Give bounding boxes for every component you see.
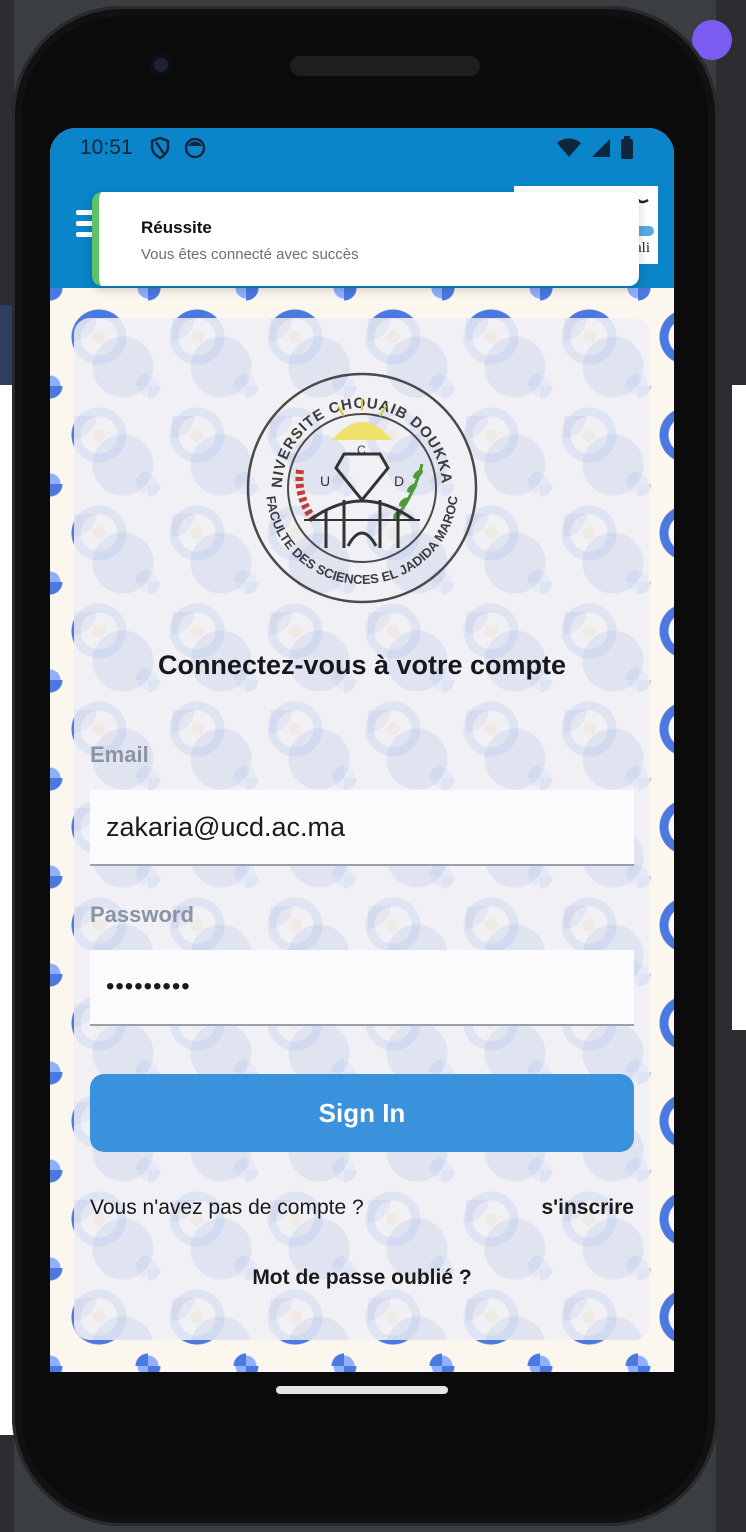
forgot-password-link[interactable]: Mot de passe oublié ? (74, 1266, 650, 1290)
login-card: UNIVERSITE CHOUAIB DOUKKALI FACULTE DES … (74, 318, 650, 1340)
toast-title: Réussite (141, 218, 212, 237)
app-screen: 10:51 NIVERSITE CHOU IB DOUKKA FACULTE D… (50, 128, 674, 1372)
emblem-letter-c: C (357, 443, 366, 457)
password-input[interactable] (90, 950, 634, 1026)
signal-icon (592, 139, 610, 157)
wifi-icon (557, 138, 581, 157)
sign-in-button[interactable]: Sign In (90, 1074, 634, 1152)
no-account-text: Vous n'avez pas de compte ? (90, 1196, 364, 1219)
status-bar: 10:51 (50, 128, 674, 172)
ide-right-editor (732, 385, 746, 1030)
svg-text:FACULTE DES SCIENCES EL JADIDA: FACULTE DES SCIENCES EL JADIDA MAROC (263, 494, 460, 587)
front-camera (150, 54, 172, 76)
ide-right-panel (716, 0, 746, 1532)
password-label: Password (90, 902, 194, 927)
email-input[interactable] (90, 790, 634, 866)
battery-icon (621, 136, 633, 159)
signup-link[interactable]: s'inscrire (541, 1196, 634, 1220)
earpiece-speaker (290, 56, 480, 76)
success-toast[interactable]: Réussite Vous êtes connecté avec succès (92, 192, 639, 286)
emblem-letter-u: U (320, 473, 330, 489)
status-time: 10:51 (80, 136, 133, 159)
university-emblem: UNIVERSITE CHOUAIB DOUKKALI FACULTE DES … (244, 370, 478, 604)
face-icon (184, 137, 206, 159)
toast-message: Vous êtes connecté avec succès (141, 246, 359, 263)
emblem-letter-d: D (394, 473, 404, 489)
pattern-background: UNIVERSITE CHOUAIB DOUKKALI FACULTE DES … (50, 288, 674, 1372)
home-indicator[interactable] (276, 1386, 448, 1394)
shield-icon (150, 136, 170, 160)
email-label: Email (90, 742, 149, 767)
emblem-bottom-text: FACULTE DES SCIENCES EL JADIDA MAROC (263, 494, 460, 587)
login-title: Connectez-vous à votre compte (157, 650, 567, 680)
